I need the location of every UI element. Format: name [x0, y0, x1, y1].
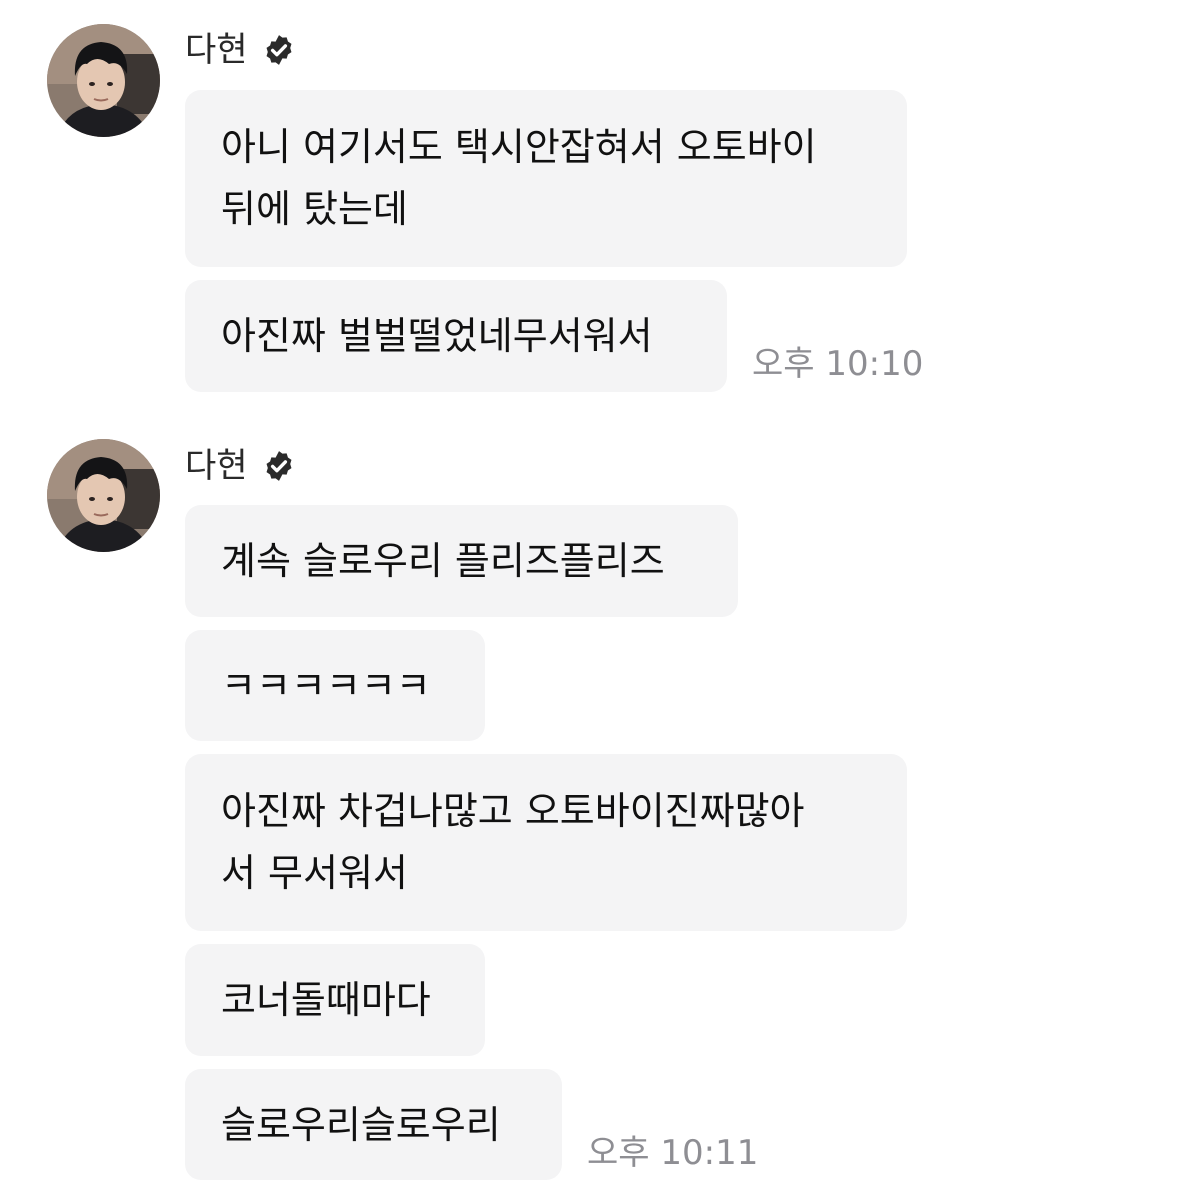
- profile-avatar: [47, 24, 160, 137]
- message-timestamp: 오후 10:11: [587, 1133, 759, 1173]
- message-text: 슬로우리슬로우리: [221, 1102, 501, 1147]
- avatar[interactable]: [47, 24, 160, 137]
- message-text: 아니 여기서도 택시안잡혀서 오토바이 뒤에 탔는데: [221, 125, 817, 231]
- sender-row: 다현: [185, 30, 296, 70]
- message-text: ㅋㅋㅋㅋㅋㅋ: [221, 663, 431, 708]
- message-bubble[interactable]: ㅋㅋㅋㅋㅋㅋ: [185, 630, 485, 741]
- message-text: 코너돌때마다: [221, 978, 431, 1022]
- message-text: 계속 슬로우리 플리즈플리즈: [221, 539, 665, 583]
- message-text: 아진짜 차겁나많고 오토바이진짜많아 서 무서워서: [221, 789, 805, 895]
- profile-avatar: [47, 439, 160, 552]
- message-bubble[interactable]: 코너돌때마다: [185, 944, 485, 1056]
- message-bubble[interactable]: 아니 여기서도 택시안잡혀서 오토바이 뒤에 탔는데: [185, 90, 907, 267]
- message-bubble[interactable]: 아진짜 벌벌떨었네무서워서: [185, 280, 727, 392]
- message-timestamp: 오후 10:10: [752, 344, 924, 384]
- message-bubble[interactable]: 계속 슬로우리 플리즈플리즈: [185, 505, 738, 617]
- sender-name: 다현: [185, 30, 248, 70]
- sender-row: 다현: [185, 446, 296, 486]
- sender-name: 다현: [185, 446, 248, 486]
- verified-badge-icon: [266, 451, 292, 481]
- message-bubble[interactable]: 아진짜 차겁나많고 오토바이진짜많아 서 무서워서: [185, 754, 907, 931]
- avatar[interactable]: [47, 439, 160, 552]
- message-text: 아진짜 벌벌떨었네무서워서: [221, 314, 653, 358]
- message-bubble[interactable]: 슬로우리슬로우리: [185, 1069, 562, 1180]
- verified-badge-icon: [266, 35, 292, 65]
